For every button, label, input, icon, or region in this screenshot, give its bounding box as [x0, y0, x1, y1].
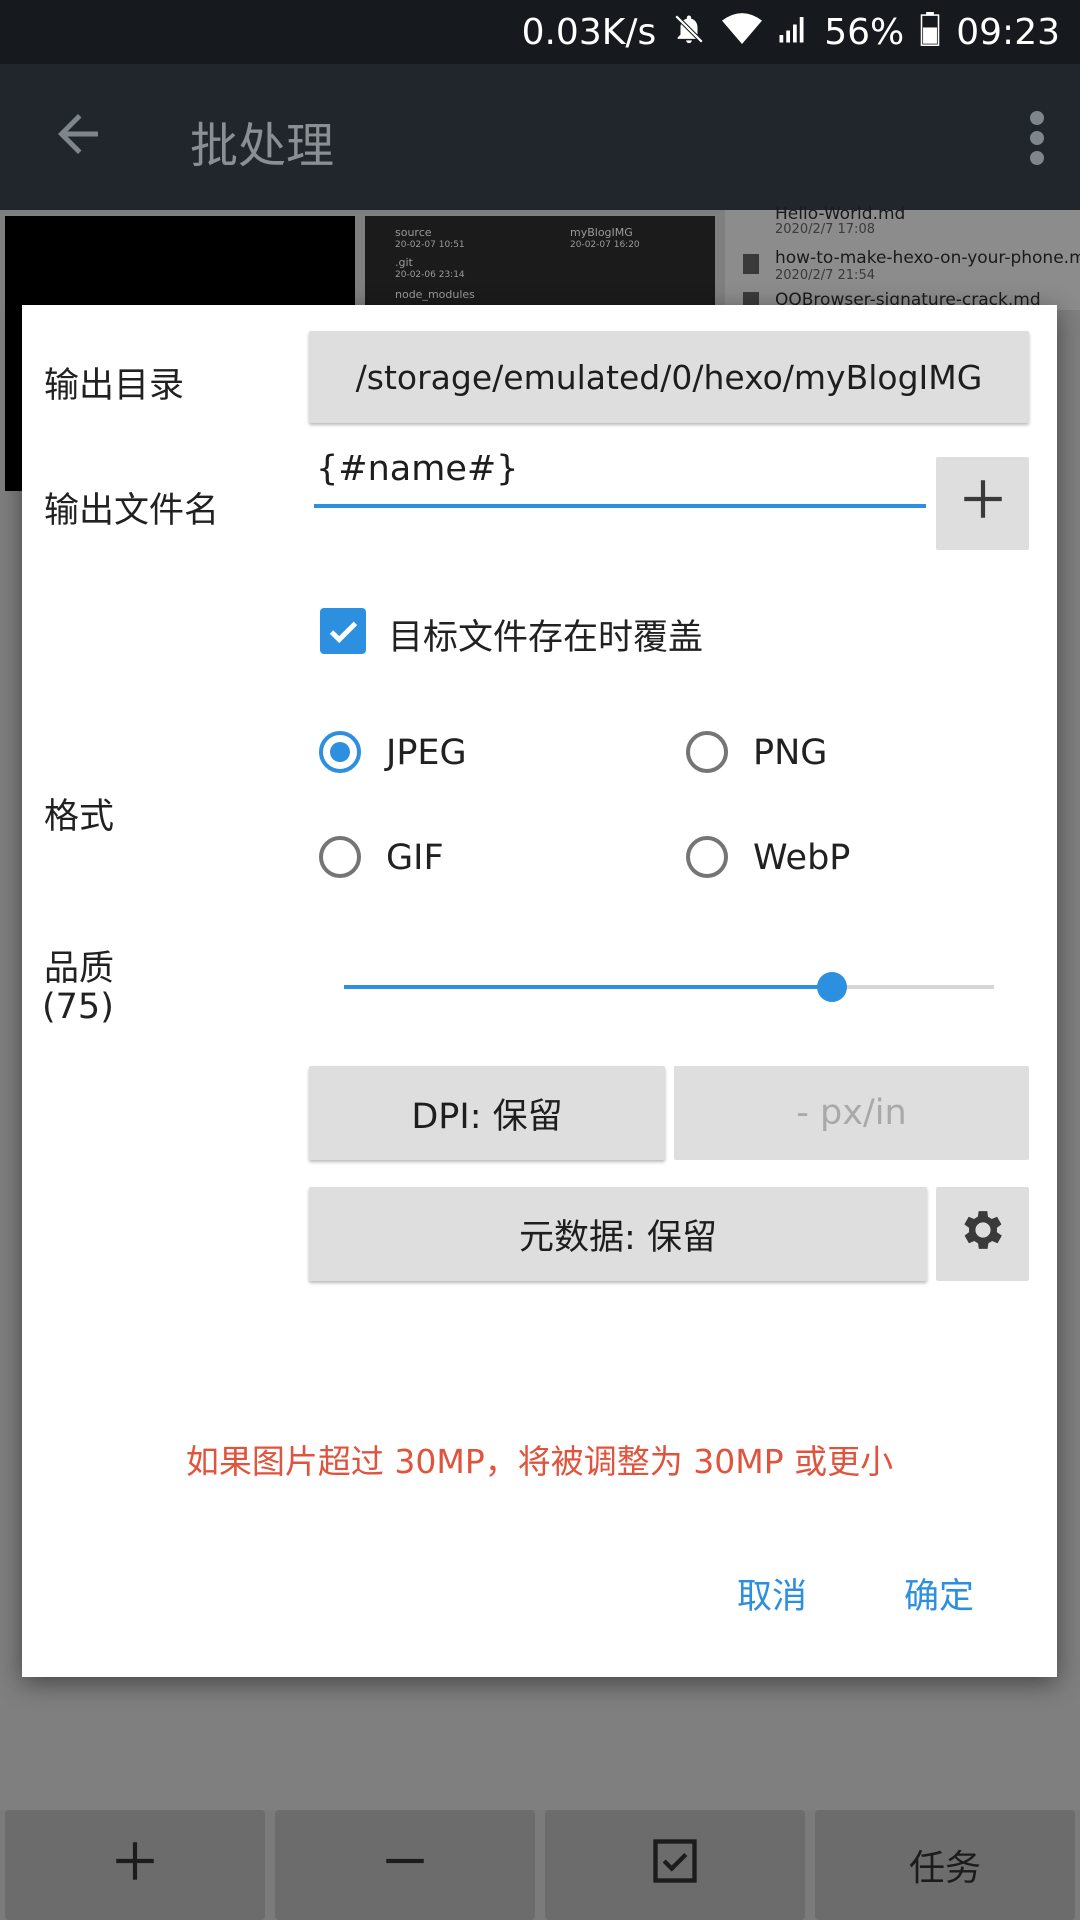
folder-date: 20-02-06 23:14: [395, 270, 465, 280]
bell-muted-icon: [672, 12, 706, 52]
app-bar: 批处理: [0, 64, 1080, 210]
format-label-png: PNG: [753, 733, 828, 773]
clock: 09:23: [956, 11, 1060, 53]
format-radio-png[interactable]: [686, 731, 728, 773]
add-variable-button[interactable]: [936, 457, 1029, 550]
net-speed: 0.03K/s: [521, 11, 657, 53]
wifi-icon: [722, 12, 763, 52]
folder-date: 20-02-07 10:51: [395, 240, 465, 250]
battery-icon: [920, 12, 940, 52]
metadata-button[interactable]: 元数据: 保留: [309, 1187, 927, 1281]
status-bar: 0.03K/s 56% 09:23: [0, 0, 1080, 64]
file-icon: [743, 254, 759, 274]
overwrite-label: 目标文件存在时覆盖: [388, 618, 704, 658]
minus-icon: [380, 1836, 430, 1895]
file-date: 2020/2/7 21:54: [775, 268, 875, 283]
format-label-gif: GIF: [386, 838, 444, 878]
overwrite-checkbox[interactable]: [320, 608, 366, 654]
quality-value: (75): [42, 987, 114, 1027]
format-label-jpeg: JPEG: [386, 733, 467, 773]
quality-label: 品质: [44, 949, 115, 989]
cancel-button[interactable]: 取消: [737, 1568, 807, 1619]
folder-name: source: [395, 226, 432, 239]
file-list-thumbnail: Hello-World.md 2020/2/7 17:08 how-to-mak…: [725, 204, 1080, 312]
folder-name: myBlogIMG: [570, 226, 633, 239]
quality-slider-fill: [344, 985, 832, 989]
format-radio-jpeg[interactable]: [319, 731, 361, 773]
format-radio-gif[interactable]: [319, 836, 361, 878]
gear-icon: [957, 1204, 1009, 1265]
format-label: 格式: [44, 797, 115, 837]
quality-slider-thumb[interactable]: [817, 972, 847, 1002]
folder-date: 20-02-07 16:20: [570, 240, 640, 250]
folder-name: .git: [395, 256, 413, 269]
metadata-settings-button[interactable]: [936, 1187, 1029, 1281]
arrow-left-icon[interactable]: [48, 104, 108, 164]
add-button[interactable]: [5, 1810, 265, 1920]
size-warning-text: 如果图片超过 30MP，将被调整为 30MP 或更小: [185, 1442, 894, 1481]
format-radio-webp[interactable]: [686, 836, 728, 878]
signal-icon: [778, 12, 808, 52]
battery-percent: 56%: [824, 11, 905, 53]
folder-name: node_modules: [395, 288, 475, 301]
format-label-webp: WebP: [753, 838, 851, 878]
image-thumbnail: source 20-02-07 10:51 myBlogIMG 20-02-07…: [365, 216, 715, 316]
checkbox-icon: [649, 1835, 701, 1896]
batch-settings-dialog: 输出目录 /storage/emulated/0/hexo/myBlogIMG …: [22, 305, 1057, 1677]
tasks-button[interactable]: 任务: [815, 1810, 1075, 1920]
file-name: how-to-make-hexo-on-your-phone.md: [775, 248, 1080, 268]
confirm-button[interactable]: 确定: [904, 1568, 974, 1619]
plus-icon: [110, 1836, 160, 1895]
dpi-button[interactable]: DPI: 保留: [309, 1066, 665, 1160]
output-name-label: 输出文件名: [44, 491, 220, 531]
file-name: Hello-World.md: [775, 204, 906, 224]
output-dir-button[interactable]: /storage/emulated/0/hexo/myBlogIMG: [309, 331, 1029, 423]
page-title: 批处理: [190, 118, 335, 174]
plus-icon: [958, 474, 1008, 533]
file-date: 2020/2/7 17:08: [775, 222, 875, 237]
bottom-toolbar: 任务: [0, 1810, 1080, 1920]
output-dir-label: 输出目录: [44, 366, 185, 406]
dpi-value-input: - px/in: [674, 1066, 1029, 1160]
more-vert-icon[interactable]: [1022, 108, 1052, 168]
select-all-button[interactable]: [545, 1810, 805, 1920]
output-name-input[interactable]: [314, 440, 926, 508]
remove-button[interactable]: [275, 1810, 535, 1920]
